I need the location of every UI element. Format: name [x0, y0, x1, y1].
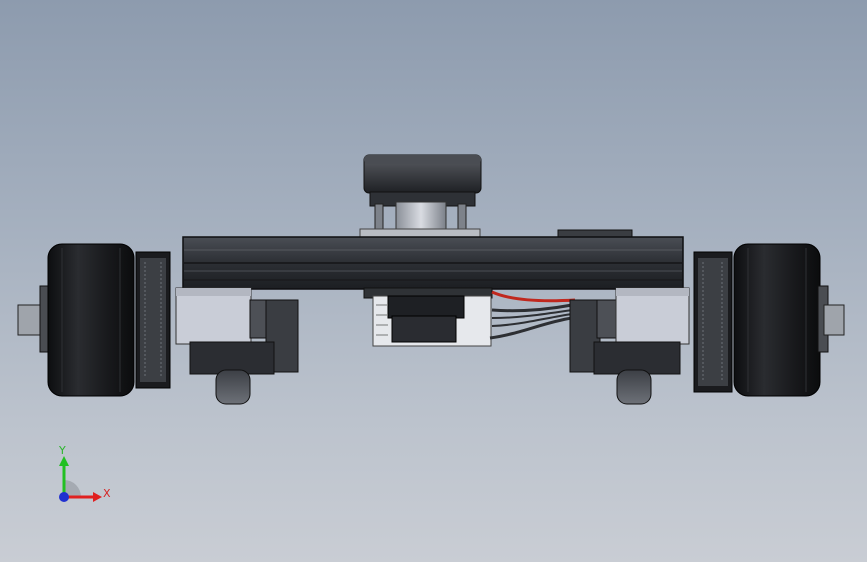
cad-viewport[interactable]: Y X: [0, 0, 867, 562]
wheel-icon: [47, 243, 135, 397]
lidar-sensor[interactable]: [359, 154, 482, 238]
x-axis-label: X: [103, 487, 111, 500]
y-axis-label: Y: [59, 444, 66, 457]
robot-chassis-model[interactable]: [0, 0, 867, 562]
orientation-triad: Y X: [50, 440, 120, 510]
controller-box[interactable]: [363, 287, 576, 347]
caster-wheel: [616, 369, 652, 405]
caster-wheel: [215, 369, 251, 405]
wheel-icon: [733, 243, 821, 397]
chassis-rail[interactable]: [182, 229, 684, 290]
